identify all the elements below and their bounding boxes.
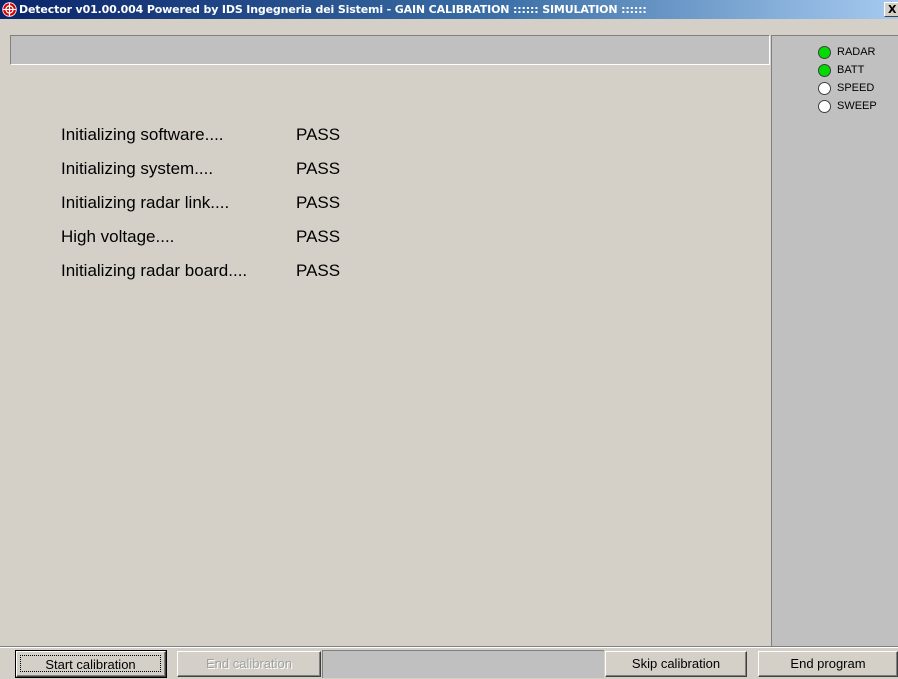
indicator-label-batt: BATT (837, 64, 865, 76)
log-status-radar-board: PASS (296, 261, 341, 280)
log-label-radar-board: Initializing radar board.... (61, 261, 248, 280)
end-calibration-button[interactable]: End calibration (177, 651, 321, 677)
start-calibration-button[interactable]: Start calibration (15, 650, 167, 678)
log-label-radar-link: Initializing radar link.... (61, 193, 230, 212)
start-calibration-label: Start calibration (20, 655, 161, 672)
button-bar-gap (322, 650, 604, 678)
log-status-software: PASS (296, 125, 341, 144)
log-label-high-voltage: High voltage.... (61, 227, 175, 246)
window-title: Detector v01.00.004 Powered by IDS Ingeg… (19, 3, 647, 16)
log-status-high-voltage: PASS (296, 227, 341, 246)
crosshair-icon (2, 2, 17, 17)
bottom-separator (0, 646, 898, 648)
batt-led-icon (818, 64, 831, 77)
indicator-label-sweep: SWEEP (837, 100, 877, 112)
radar-led-icon (818, 46, 831, 59)
log-status-radar-link: PASS (296, 193, 341, 212)
sweep-led-icon (818, 100, 831, 113)
indicator-label-speed: SPEED (837, 82, 875, 94)
speed-led-icon (818, 82, 831, 95)
log-label-software: Initializing software.... (61, 125, 224, 144)
skip-calibration-button[interactable]: Skip calibration (605, 651, 747, 677)
log-status-system: PASS (296, 159, 341, 178)
close-icon[interactable]: X (884, 2, 898, 17)
end-program-button[interactable]: End program (758, 651, 898, 677)
window-title-bar[interactable]: Detector v01.00.004 Powered by IDS Ingeg… (0, 0, 898, 19)
header-strip (10, 35, 770, 65)
log-label-system: Initializing system.... (61, 159, 214, 178)
indicator-panel (771, 35, 898, 646)
indicator-label-radar: RADAR (837, 46, 876, 58)
